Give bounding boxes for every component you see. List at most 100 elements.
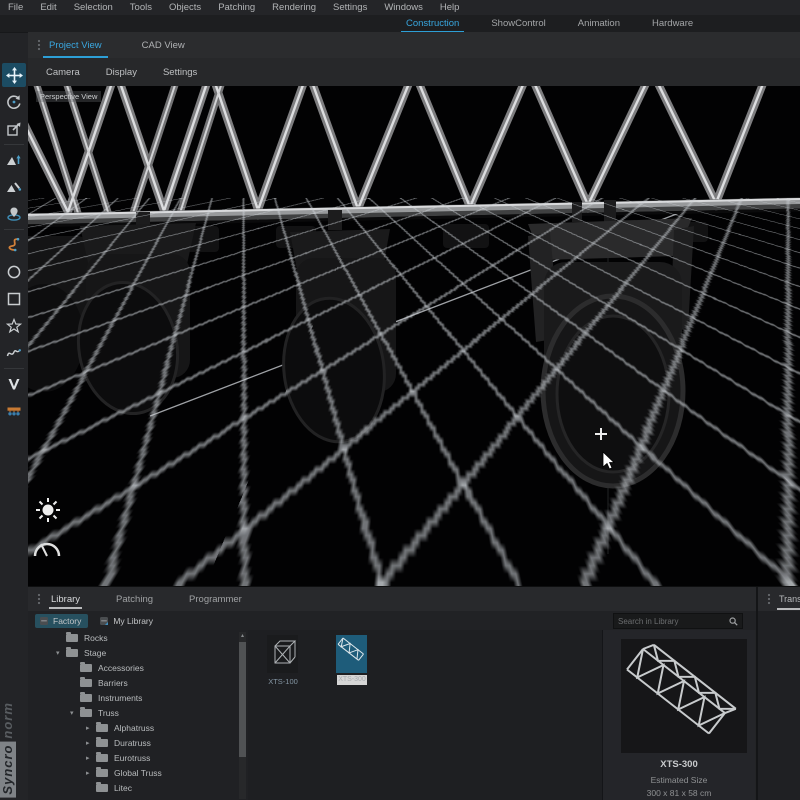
- viewport-3d[interactable]: Perspective View: [28, 86, 800, 586]
- folder-icon: [66, 649, 78, 657]
- tree-item-accessories[interactable]: Accessories: [28, 660, 248, 675]
- menu-windows[interactable]: Windows: [384, 2, 423, 13]
- library-panel: Library Patching Programmer Factory My L…: [28, 586, 800, 800]
- details-size-label: Estimated Size: [603, 775, 755, 785]
- tab-transform-partial[interactable]: Trans: [779, 594, 800, 604]
- tree-label: Eurotruss: [114, 753, 150, 763]
- tree-item-stage[interactable]: Stage: [28, 645, 248, 660]
- search-icon[interactable]: [729, 617, 738, 626]
- scrollbar-thumb[interactable]: [239, 642, 246, 757]
- tab-camera[interactable]: Camera: [46, 67, 80, 78]
- tree-item-truss[interactable]: Truss: [28, 705, 248, 720]
- tree-label: Truss: [98, 708, 119, 718]
- expand-arrow-icon[interactable]: [56, 649, 66, 657]
- menu-patching[interactable]: Patching: [218, 2, 255, 13]
- menu-settings[interactable]: Settings: [333, 2, 367, 13]
- tab-library[interactable]: Library: [49, 590, 82, 609]
- rotate-tool-icon[interactable]: [2, 90, 26, 114]
- moving-head-2[interactable]: [276, 210, 396, 448]
- sun-light-icon[interactable]: [36, 498, 60, 522]
- menu-selection[interactable]: Selection: [74, 2, 113, 13]
- terrain-paint-tool-icon[interactable]: [2, 175, 26, 199]
- tab-hardware[interactable]: Hardware: [652, 16, 693, 32]
- expand-arrow-icon[interactable]: [86, 754, 96, 762]
- expand-arrow-icon[interactable]: [86, 724, 96, 732]
- panel-grip-icon[interactable]: [37, 39, 41, 51]
- library-tab-bar: Library Patching Programmer: [28, 587, 800, 611]
- circle-tool-icon[interactable]: [2, 260, 26, 284]
- tree-label: Duratruss: [114, 738, 151, 748]
- truss-diagonals: [28, 86, 768, 213]
- menu-edit[interactable]: Edit: [40, 2, 56, 13]
- tree-item-barriers[interactable]: Barriers: [28, 675, 248, 690]
- factory-button[interactable]: Factory: [35, 614, 88, 628]
- tree-scrollbar[interactable]: ▴: [239, 632, 246, 799]
- menu-help[interactable]: Help: [440, 2, 460, 13]
- folder-icon: [80, 679, 92, 687]
- details-size-value: 300 x 81 x 58 cm: [603, 788, 755, 798]
- menu-file[interactable]: File: [8, 2, 23, 13]
- tree-item-instruments[interactable]: Instruments: [28, 690, 248, 705]
- rectangle-tool-icon[interactable]: [2, 287, 26, 311]
- tab-project-view[interactable]: Project View: [49, 40, 102, 51]
- viewport-label: Perspective View: [36, 91, 101, 102]
- tree-item-global-truss[interactable]: Global Truss: [28, 765, 248, 780]
- folder-icon: [80, 664, 92, 672]
- scene-3d: [28, 86, 800, 586]
- menu-rendering[interactable]: Rendering: [272, 2, 316, 13]
- tab-display[interactable]: Display: [106, 67, 137, 78]
- star-tool-icon[interactable]: [2, 314, 26, 338]
- tree-label: Litec: [114, 783, 132, 793]
- details-item-name: XTS-300: [603, 759, 755, 770]
- item-xts-300-selected[interactable]: [336, 635, 367, 673]
- freehand-tool-icon[interactable]: [2, 341, 26, 365]
- terrain-raise-tool-icon[interactable]: [2, 148, 26, 172]
- my-library-button[interactable]: My Library: [95, 614, 160, 628]
- fixture-bar-tool-icon[interactable]: [2, 399, 26, 423]
- moving-head-3[interactable]: [528, 200, 694, 486]
- transform-panel-partial: Trans: [756, 587, 800, 800]
- moving-head-1[interactable]: [68, 212, 196, 422]
- gauge-gizmo-icon[interactable]: [35, 544, 59, 556]
- item-label: XTS-100: [252, 677, 314, 686]
- tab-construction[interactable]: Construction: [406, 16, 459, 32]
- menu-tools[interactable]: Tools: [130, 2, 152, 13]
- library-search: [613, 613, 743, 629]
- item-label-selected[interactable]: XTS-300: [337, 675, 367, 685]
- tab-showcontrol[interactable]: ShowControl: [491, 16, 545, 32]
- item-xts-100[interactable]: [267, 635, 298, 673]
- tab-animation[interactable]: Animation: [578, 16, 620, 32]
- place-tool-icon[interactable]: [2, 117, 26, 141]
- tab-cad-view[interactable]: CAD View: [142, 40, 185, 51]
- panel-grip-icon[interactable]: [767, 593, 771, 605]
- panel-grip-icon[interactable]: [37, 593, 41, 605]
- expand-arrow-icon[interactable]: [86, 769, 96, 777]
- folder-icon: [80, 709, 92, 717]
- tree-item-rocks[interactable]: Rocks: [28, 630, 248, 645]
- expand-arrow-icon[interactable]: [70, 709, 80, 717]
- tab-settings[interactable]: Settings: [163, 67, 197, 78]
- scroll-up-arrow-icon[interactable]: ▴: [239, 632, 246, 640]
- search-input[interactable]: [614, 617, 729, 626]
- menu-objects[interactable]: Objects: [169, 2, 201, 13]
- toolbar-separator: [4, 229, 24, 230]
- tree-item-litec[interactable]: Litec: [28, 780, 248, 795]
- watermark-syncro: Syncro: [0, 742, 16, 798]
- folder-icon: [96, 754, 108, 762]
- tab-programmer[interactable]: Programmer: [187, 590, 244, 609]
- vertex-tool-icon[interactable]: [2, 372, 26, 396]
- truss-preview-icon: [621, 639, 747, 753]
- tree-label: Alphatruss: [114, 723, 154, 733]
- truss-beam-thumbnail-icon: [336, 635, 367, 673]
- factory-library-icon: [39, 616, 49, 626]
- move-tool-icon[interactable]: [2, 63, 26, 87]
- tree-item-alphatruss[interactable]: Alphatruss: [28, 720, 248, 735]
- expand-arrow-icon[interactable]: [86, 739, 96, 747]
- tree-label: Rocks: [84, 633, 108, 643]
- tree-item-duratruss[interactable]: Duratruss: [28, 735, 248, 750]
- spline-tool-icon[interactable]: [2, 233, 26, 257]
- tree-item-eurotruss[interactable]: Eurotruss: [28, 750, 248, 765]
- menu-bar: File Edit Selection Tools Objects Patchi…: [0, 0, 800, 15]
- tab-patching[interactable]: Patching: [114, 590, 155, 609]
- drop-target-tool-icon[interactable]: [2, 202, 26, 226]
